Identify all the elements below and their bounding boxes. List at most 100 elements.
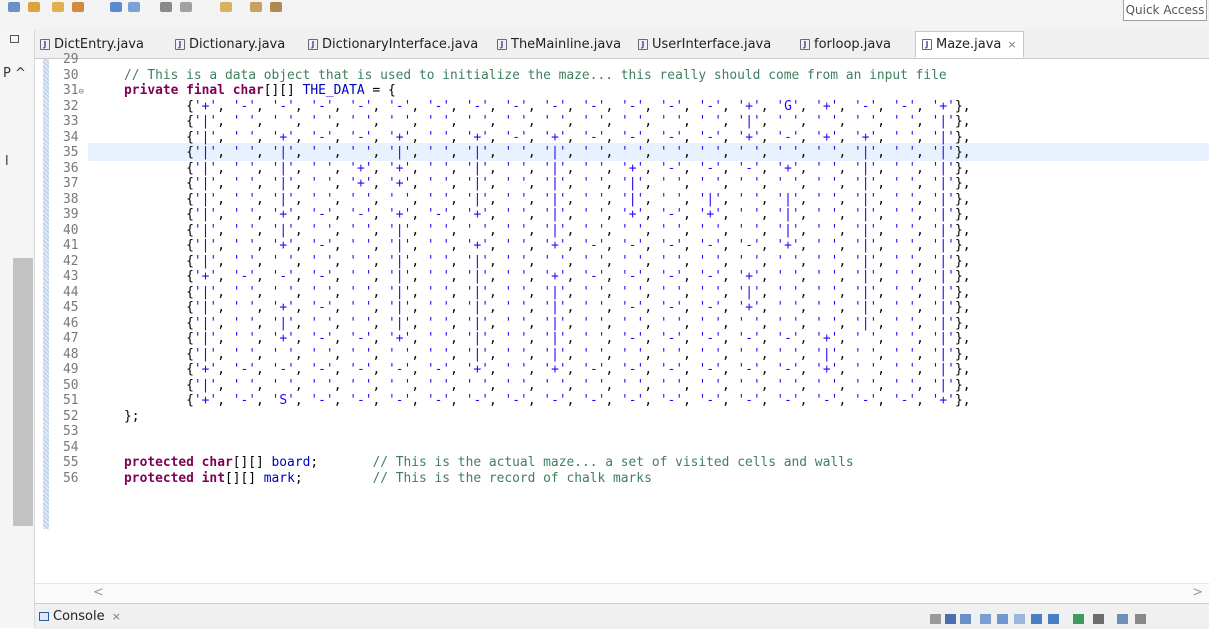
code-line[interactable]: 55 protected char[][] board; // This is …: [35, 455, 970, 471]
code-line[interactable]: 52 };: [35, 409, 970, 425]
code-line[interactable]: 32 {'+', '-', '-', '-', '-', '-', '-', '…: [35, 99, 970, 115]
terminate-icon[interactable]: [930, 614, 941, 624]
line-number: 44: [63, 284, 79, 300]
line-number: 35: [63, 145, 79, 160]
code-lines[interactable]: 29 30 // This is a data object that is us…: [35, 52, 970, 486]
toolbar-icon[interactable]: [220, 2, 232, 12]
code-line[interactable]: 53: [35, 424, 970, 440]
code-line[interactable]: 31⊖ private final char[][] THE_DATA = {: [35, 83, 970, 99]
code-line[interactable]: 36 {'|', ' ', '|', ' ', '+', '+', ' ', '…: [35, 161, 970, 177]
code-text: };: [93, 408, 140, 424]
code-line[interactable]: 47 {'|', ' ', '+', '-', '-', '+', ' ', '…: [35, 331, 970, 347]
fold-icon[interactable]: ⊖: [79, 87, 84, 97]
clear-console-icon[interactable]: [980, 614, 991, 624]
code-line[interactable]: 38 {'|', ' ', '|', ' ', ' ', ' ', ' ', '…: [35, 192, 970, 208]
code-line[interactable]: 48 {'|', ' ', ' ', ' ', ' ', ' ', ' ', '…: [35, 347, 970, 363]
quick-access-input[interactable]: Quick Access: [1123, 0, 1207, 21]
left-panel-scrollbar[interactable]: [13, 258, 33, 526]
code-line[interactable]: 35 {'|', ' ', '|', ' ', ' ', '|', ' ', '…: [35, 145, 970, 161]
show-error-icon[interactable]: [1048, 614, 1059, 624]
toolbar-icon[interactable]: [72, 2, 84, 12]
toolbar-icon[interactable]: [270, 2, 282, 12]
code-text: {'|', ' ', ' ', ' ', ' ', '|', ' ', '|',…: [93, 284, 971, 300]
code-text: protected int[][] mark; // This is the r…: [124, 470, 652, 486]
code-text: {'|', ' ', ' ', ' ', ' ', ' ', ' ', '|',…: [93, 346, 971, 362]
tab-console[interactable]: Console ×: [39, 609, 121, 624]
line-number: 45: [63, 300, 79, 315]
code-line[interactable]: 44 {'|', ' ', ' ', ' ', ' ', '|', ' ', '…: [35, 285, 970, 301]
line-number: 54: [63, 439, 79, 455]
toolbar-icon[interactable]: [110, 2, 122, 12]
close-icon[interactable]: ×: [1007, 38, 1016, 51]
line-number: 49: [63, 362, 79, 377]
left-panel-text: P ^: [3, 66, 26, 81]
line-number: 40: [63, 222, 79, 238]
horizontal-scrollbar[interactable]: < >: [35, 583, 1209, 603]
code-text: {'|', ' ', '|', ' ', '+', '+', ' ', '|',…: [93, 176, 971, 191]
code-line[interactable]: 51 {'+', '-', 'S', '-', '-', '-', '-', '…: [35, 393, 970, 409]
view-menu-icon[interactable]: [1135, 614, 1146, 624]
code-line[interactable]: 34 {'|', ' ', '+', '-', '-', '+', ' ', '…: [35, 130, 970, 146]
line-number: 43: [63, 269, 79, 284]
scroll-lock-icon[interactable]: [997, 614, 1008, 624]
tab-label: TheMainline.java: [511, 37, 622, 52]
scroll-left-icon[interactable]: <: [93, 585, 104, 600]
console-icon: [39, 612, 49, 621]
code-line[interactable]: 54: [35, 440, 970, 456]
code-line[interactable]: 37 {'|', ' ', '|', ' ', '+', '+', ' ', '…: [35, 176, 970, 192]
remove-all-icon[interactable]: [960, 614, 971, 624]
code-text: {'+', '-', '-', '-', '-', '-', '-', '+',…: [93, 362, 971, 377]
code-text: // This is a data object that is used to…: [124, 67, 947, 83]
main-toolbar: Quick Access: [0, 0, 1209, 31]
code-line[interactable]: 41 {'|', ' ', '+', '-', ' ', '|', ' ', '…: [35, 238, 970, 254]
line-number: 41: [63, 238, 79, 253]
scroll-right-icon[interactable]: >: [1192, 585, 1203, 600]
remove-launch-icon[interactable]: [945, 614, 956, 624]
toolbar-icon[interactable]: [250, 2, 262, 12]
java-file-icon: J: [175, 39, 185, 50]
code-line[interactable]: 56 protected int[][] mark; // This is th…: [35, 471, 970, 487]
java-file-icon: J: [308, 39, 318, 50]
tab-label: DictionaryInterface.java: [322, 37, 479, 52]
tab-label: DictEntry.java: [54, 37, 144, 52]
code-line[interactable]: 40 {'|', ' ', '|', ' ', ' ', '|', ' ', '…: [35, 223, 970, 239]
open-console-icon[interactable]: [1117, 614, 1128, 624]
code-editor[interactable]: 29 30 // This is a data object that is us…: [35, 52, 1209, 583]
left-panel-text: l: [5, 154, 9, 169]
code-text: {'|', ' ', '+', '-', '-', '+', ' ', '|',…: [93, 331, 971, 346]
code-line[interactable]: 29: [35, 52, 970, 68]
toolbar-icon[interactable]: [180, 2, 192, 12]
code-line[interactable]: 46 {'|', ' ', '|', ' ', ' ', '|', ' ', '…: [35, 316, 970, 332]
line-number: 33: [63, 114, 79, 129]
line-number: 30: [63, 67, 79, 83]
line-number: 37: [63, 176, 79, 191]
tab-label: Maze.java: [936, 37, 1002, 52]
toolbar-icon[interactable]: [52, 2, 64, 12]
line-number: 50: [63, 377, 79, 393]
code-text: protected char[][] board; // This is the…: [124, 455, 854, 470]
word-wrap-icon[interactable]: [1014, 614, 1025, 624]
close-icon[interactable]: ×: [112, 610, 121, 623]
code-text: {'|', ' ', ' ', ' ', ' ', '|', ' ', '|',…: [93, 253, 971, 269]
code-line[interactable]: 39 {'|', ' ', '+', '-', '-', '+', '-', '…: [35, 207, 970, 223]
code-line[interactable]: 50 {'|', ' ', ' ', ' ', ' ', ' ', ' ', '…: [35, 378, 970, 394]
minimize-icon[interactable]: [10, 35, 19, 43]
line-number: 55: [63, 455, 79, 470]
display-console-icon[interactable]: [1093, 614, 1104, 624]
code-line[interactable]: 49 {'+', '-', '-', '-', '-', '-', '-', '…: [35, 362, 970, 378]
toolbar-icon[interactable]: [160, 2, 172, 12]
code-line[interactable]: 33 {'|', ' ', ' ', ' ', ' ', ' ', ' ', '…: [35, 114, 970, 130]
java-file-icon: J: [497, 39, 507, 50]
show-output-icon[interactable]: [1031, 614, 1042, 624]
code-line[interactable]: 43 {'+', '-', '-', '-', ' ', '|', ' ', '…: [35, 269, 970, 285]
tab-label: Dictionary.java: [189, 37, 286, 52]
line-number: 46: [63, 315, 79, 331]
code-line[interactable]: 45 {'|', ' ', '+', '-', ' ', '|', ' ', '…: [35, 300, 970, 316]
pin-console-icon[interactable]: [1073, 614, 1084, 624]
line-number: 39: [63, 207, 79, 222]
code-line[interactable]: 42 {'|', ' ', ' ', ' ', ' ', '|', ' ', '…: [35, 254, 970, 270]
toolbar-icon[interactable]: [8, 2, 20, 12]
toolbar-icon[interactable]: [128, 2, 140, 12]
code-line[interactable]: 30 // This is a data object that is used…: [35, 68, 970, 84]
toolbar-icon[interactable]: [28, 2, 40, 12]
